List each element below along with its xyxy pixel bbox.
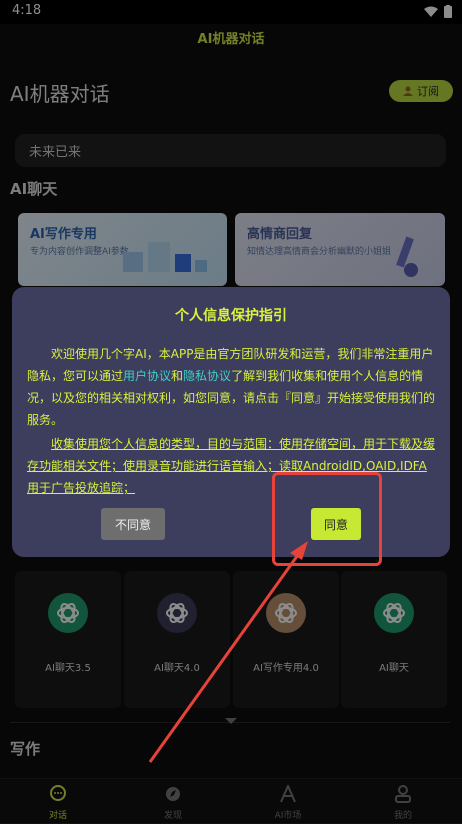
privacy-policy-link[interactable]: 隐私协议 [183, 369, 231, 383]
highlight-box [272, 472, 382, 566]
disagree-button[interactable]: 不同意 [101, 508, 165, 540]
dialog-title: 个人信息保护指引 [175, 308, 287, 324]
dialog-paragraph-1: 欢迎使用几个字AI，本APP是由官方团队研发和运营，我们非常注重用户隐私，您可以… [27, 343, 437, 431]
dialog-text: 和 [171, 369, 184, 383]
privacy-dialog: 个人信息保护指引 欢迎使用几个字AI，本APP是由官方团队研发和运营，我们非常注… [12, 287, 450, 557]
user-agreement-link[interactable]: 用户协议 [123, 369, 171, 383]
